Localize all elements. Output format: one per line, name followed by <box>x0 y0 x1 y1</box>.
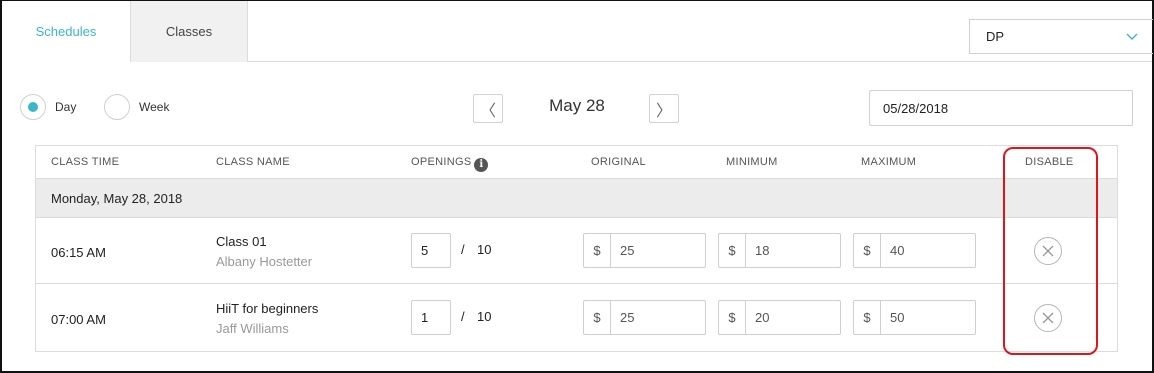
currency-symbol: $ <box>719 301 746 334</box>
close-circle-icon <box>1042 312 1054 324</box>
maximum-price-input[interactable]: $40 <box>853 233 976 268</box>
openings-input[interactable]: 1 <box>411 300 451 335</box>
view-week-option[interactable]: Week <box>104 94 169 120</box>
class-name: HiiT for beginners <box>216 301 319 316</box>
minimum-price-input[interactable]: $18 <box>718 233 841 268</box>
class-time: 06:15 AM <box>51 245 106 260</box>
currency-symbol: $ <box>584 301 611 334</box>
chevron-left-icon: 〈 <box>479 102 496 120</box>
chevron-right-icon: 〉 <box>655 102 672 120</box>
instructor-name: Jaff Williams <box>216 321 289 336</box>
minimum-price-input[interactable]: $20 <box>718 300 841 335</box>
info-icon[interactable]: i <box>474 158 489 172</box>
table-row: 07:00 AM HiiT for beginners Jaff William… <box>36 285 1117 351</box>
maximum-price-value: 50 <box>890 310 905 325</box>
currency-symbol: $ <box>719 234 746 267</box>
date-group-label: Monday, May 28, 2018 <box>51 190 183 206</box>
openings-value: 1 <box>421 310 429 325</box>
header-maximum: MAXIMUM <box>861 156 917 168</box>
current-date-title: May 28 <box>549 96 605 115</box>
table-row: 06:15 AM Class 01 Albany Hostetter 5 / 1… <box>36 218 1117 284</box>
tab-classes[interactable]: Classes <box>130 1 248 62</box>
week-radio[interactable] <box>104 94 130 120</box>
openings-input[interactable]: 5 <box>411 233 451 268</box>
minimum-price-value: 20 <box>755 310 770 325</box>
currency-symbol: $ <box>854 234 881 267</box>
original-price-input[interactable]: $25 <box>583 233 706 268</box>
class-time: 07:00 AM <box>51 312 106 327</box>
original-price-value: 25 <box>620 243 635 258</box>
day-radio[interactable] <box>20 94 46 120</box>
header-openings-label: OPENINGS <box>411 156 472 168</box>
header-minimum: MINIMUM <box>726 156 778 168</box>
instructor-name: Albany Hostetter <box>216 254 313 269</box>
week-label: Week <box>139 100 170 114</box>
view-day-option[interactable]: Day <box>20 94 76 120</box>
schedule-table: CLASS TIME CLASS NAME OPENINGS i ORIGINAL… <box>35 145 1118 352</box>
openings-value: 5 <box>421 243 429 258</box>
date-input-value: 05/28/2018 <box>883 100 949 116</box>
date-group-row: Monday, May 28, 2018 <box>36 179 1117 218</box>
close-circle-icon <box>1042 245 1054 257</box>
capacity-value: 10 <box>477 242 492 257</box>
header-class-name: CLASS NAME <box>216 156 290 168</box>
currency-symbol: $ <box>854 301 881 334</box>
header-original: ORIGINAL <box>591 156 646 168</box>
header-class-time: CLASS TIME <box>51 156 120 168</box>
disable-class-button[interactable] <box>1034 304 1062 332</box>
location-select-value: DP <box>986 29 1005 44</box>
header-disable: DISABLE <box>1025 156 1074 168</box>
header-openings: OPENINGS i <box>411 156 489 172</box>
maximum-price-input[interactable]: $50 <box>853 300 976 335</box>
maximum-price-value: 40 <box>890 243 905 258</box>
minimum-price-value: 18 <box>755 243 770 258</box>
capacity-value: 10 <box>477 309 492 324</box>
disable-class-button[interactable] <box>1034 237 1062 265</box>
day-label: Day <box>55 100 77 114</box>
original-price-value: 25 <box>620 310 635 325</box>
openings-separator: / <box>461 242 465 257</box>
tab-schedules[interactable]: Schedules <box>2 1 130 62</box>
openings-separator: / <box>461 309 465 324</box>
prev-day-button[interactable]: 〈 <box>473 94 503 123</box>
location-select[interactable]: DP <box>969 19 1153 54</box>
date-input[interactable]: 05/28/2018 <box>869 90 1133 126</box>
table-header: CLASS TIME CLASS NAME OPENINGS i ORIGINAL… <box>36 146 1117 179</box>
currency-symbol: $ <box>584 234 611 267</box>
next-day-button[interactable]: 〉 <box>649 94 679 123</box>
class-name: Class 01 <box>216 234 267 249</box>
chevron-down-icon <box>1126 33 1138 40</box>
original-price-input[interactable]: $25 <box>583 300 706 335</box>
